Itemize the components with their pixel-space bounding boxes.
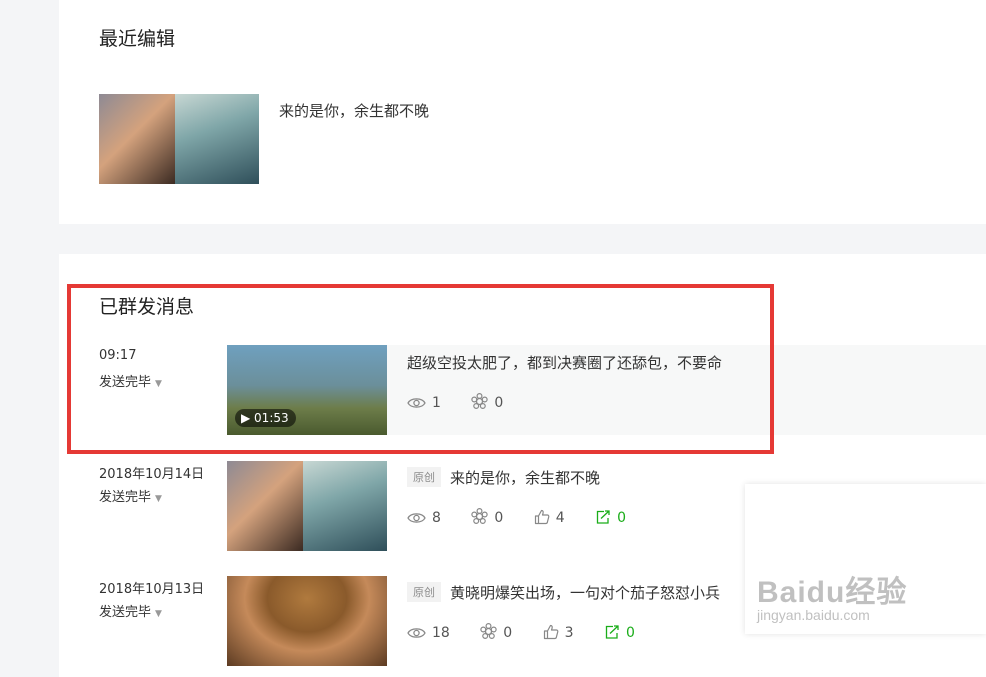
message-title[interactable]: 原创 黄晓明爆笑出场，一句对个茄子怒怼小兵 [407, 582, 720, 603]
likes-stat: 3 [543, 624, 574, 641]
eye-icon [407, 628, 426, 638]
caret-down-icon: ▼ [155, 379, 162, 389]
original-badge: 原创 [407, 467, 441, 487]
message-stats: 18 0 3 0 [407, 622, 661, 641]
eye-icon [407, 398, 426, 408]
original-badge: 原创 [407, 582, 441, 602]
eye-icon [407, 513, 426, 523]
thumbs-up-icon [534, 509, 550, 525]
sent-messages-title: 已群发消息 [99, 296, 195, 318]
recent-item-thumbnail[interactable] [99, 94, 259, 184]
likes-stat: 4 [534, 509, 565, 526]
send-status[interactable]: 发送完毕 ▼ [99, 371, 162, 390]
repost-icon [596, 510, 610, 524]
share-flower-icon [471, 507, 489, 525]
send-status-label: 发送完毕 [99, 375, 152, 390]
send-status[interactable]: 发送完毕 ▼ [99, 601, 162, 620]
message-title[interactable]: 原创 来的是你，余生都不晚 [407, 467, 600, 488]
thumbs-up-icon [543, 624, 559, 640]
shares-stat: 0 [480, 622, 512, 641]
recent-item-title[interactable]: 来的是你，余生都不晚 [279, 100, 429, 121]
views-stat: 18 [407, 625, 450, 641]
send-status-label: 发送完毕 [99, 605, 152, 620]
share-flower-icon [471, 392, 489, 410]
recent-edits-title: 最近编辑 [99, 28, 176, 50]
message-title[interactable]: 超级空投太肥了，都到决赛圈了还舔包，不要命 [407, 352, 722, 373]
shares-stat: 0 [471, 392, 503, 411]
reposts-stat: 0 [595, 509, 626, 526]
reposts-stat: 0 [604, 624, 635, 641]
article-thumbnail[interactable] [227, 576, 387, 666]
sent-time: 2018年10月13日 [99, 582, 205, 597]
share-flower-icon [480, 622, 497, 640]
repost-icon [605, 625, 619, 639]
views-stat: 1 [407, 395, 441, 411]
views-stat: 8 [407, 510, 441, 526]
shares-stat: 0 [471, 507, 503, 526]
article-thumbnail[interactable] [227, 461, 387, 551]
recent-edits-card: 最近编辑 来的是你，余生都不晚 [59, 0, 986, 224]
send-status-label: 发送完毕 [99, 490, 152, 505]
sent-time: 09:17 [99, 348, 137, 363]
message-stats: 8 0 4 0 [407, 507, 652, 526]
message-stats: 1 0 [407, 392, 529, 411]
caret-down-icon: ▼ [155, 494, 162, 504]
baidu-watermark: Baidu经验 jingyan.baidu.com [757, 576, 908, 623]
sent-time: 2018年10月14日 [99, 467, 205, 482]
video-thumbnail[interactable]: ▶ 01:53 [227, 345, 387, 435]
caret-down-icon: ▼ [155, 609, 162, 619]
send-status[interactable]: 发送完毕 ▼ [99, 486, 162, 505]
video-duration: ▶ 01:53 [235, 409, 296, 427]
